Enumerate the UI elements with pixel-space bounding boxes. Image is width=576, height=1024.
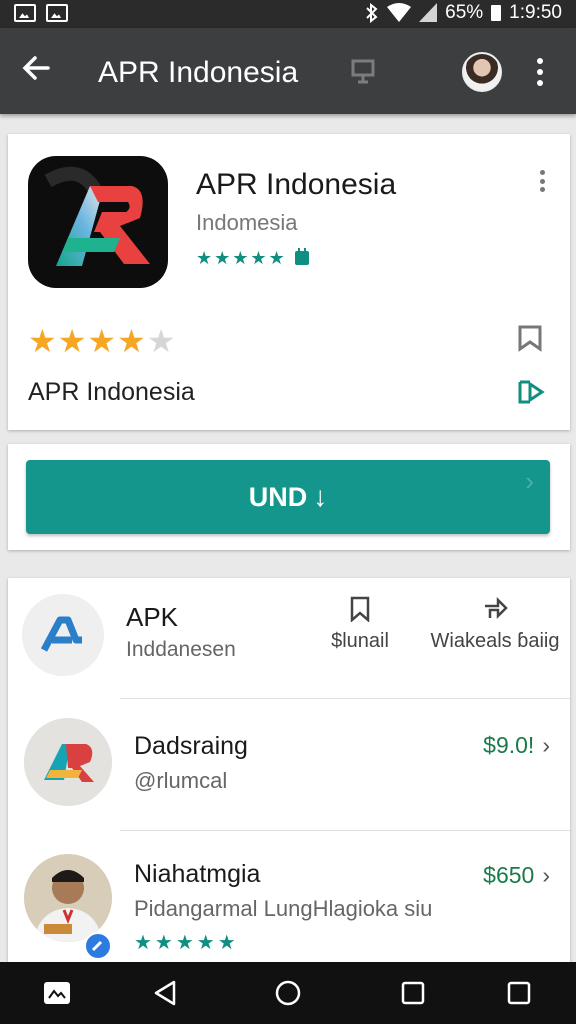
rating-stars-small: ★★★★★ — [196, 248, 310, 269]
app-logo — [28, 156, 168, 288]
avatar — [24, 854, 112, 942]
list-item-subtitle: Pidangarmal LungHlagioka siu — [134, 896, 433, 921]
avatar — [24, 718, 112, 806]
developer-name[interactable]: Indomesia — [196, 210, 298, 236]
app-name-secondary: APR Indonesia — [28, 378, 195, 406]
install-button[interactable]: UND ↓ — [26, 460, 550, 534]
apk-title: APK — [126, 602, 179, 632]
clock: 1:9:50 — [509, 2, 562, 23]
signal-icon — [419, 3, 438, 22]
star-icon: ★ — [117, 323, 147, 359]
recents-square-icon[interactable] — [398, 978, 428, 1008]
download-icon: ↓ — [313, 481, 328, 512]
card-overflow-icon[interactable] — [536, 170, 548, 192]
divider — [120, 698, 570, 699]
chevron-right-icon: › — [542, 732, 550, 758]
details-card: APK Inddanesen $lunail Wiakeals ɓaiig Da… — [8, 578, 570, 978]
app-name: APR Indonesia — [196, 168, 397, 201]
chevron-right-icon: › — [542, 862, 550, 888]
back-triangle-icon[interactable] — [150, 978, 180, 1008]
list-item-price[interactable]: $650 › — [483, 862, 550, 889]
list-item-title[interactable]: Dadsraing — [134, 732, 248, 761]
square-icon[interactable] — [504, 978, 534, 1008]
calendar-icon — [294, 248, 309, 265]
verified-badge-icon — [84, 932, 112, 960]
star-icon: ★ — [146, 323, 177, 359]
back-arrow-icon[interactable] — [20, 52, 60, 92]
open-arrow-icon[interactable] — [516, 378, 546, 406]
home-circle-icon[interactable] — [273, 978, 303, 1008]
apk-logo — [22, 594, 104, 676]
page-title: APR Indonesia — [98, 56, 299, 89]
list-item-title[interactable]: Niahatmgia — [134, 860, 260, 889]
overflow-menu-icon[interactable] — [530, 54, 550, 90]
app-bar: APR Indonesia — [0, 28, 576, 114]
star-icon: ★ — [57, 323, 88, 359]
install-card: UND ↓ › — [8, 444, 570, 550]
star-icon: ★ — [28, 323, 58, 359]
image-icon — [14, 4, 36, 22]
save-action[interactable]: $lunail — [320, 596, 400, 653]
image-icon — [46, 4, 68, 22]
share-action[interactable]: Wiakeals ɓaiig — [430, 596, 560, 653]
list-item-price[interactable]: $9.0! › — [483, 732, 550, 759]
share-icon — [485, 596, 508, 620]
rating-stars: ★★★★★ — [134, 932, 239, 954]
list-item-subtitle: @rlumcal — [134, 768, 228, 793]
apk-subtitle: Inddanesen — [126, 638, 236, 661]
cast-icon[interactable] — [350, 58, 376, 84]
gallery-icon[interactable] — [42, 978, 72, 1008]
rating-stars: ★★★★★ — [28, 322, 176, 360]
wifi-icon — [387, 3, 412, 22]
app-info-card: APR Indonesia Indomesia ★★★★★ ★★★★★ APR … — [8, 134, 570, 430]
battery-percent: 65% — [445, 2, 484, 23]
profile-avatar[interactable] — [462, 52, 502, 92]
navigation-bar — [0, 962, 576, 1024]
status-bar: 65% 1:9:50 — [0, 0, 576, 28]
bluetooth-icon — [366, 3, 378, 23]
star-icon: ★ — [87, 323, 118, 359]
bookmark-icon — [350, 596, 370, 622]
chevron-right-icon: › — [525, 466, 534, 496]
battery-icon — [491, 5, 502, 21]
divider — [120, 830, 570, 831]
bookmark-icon[interactable] — [516, 324, 544, 352]
